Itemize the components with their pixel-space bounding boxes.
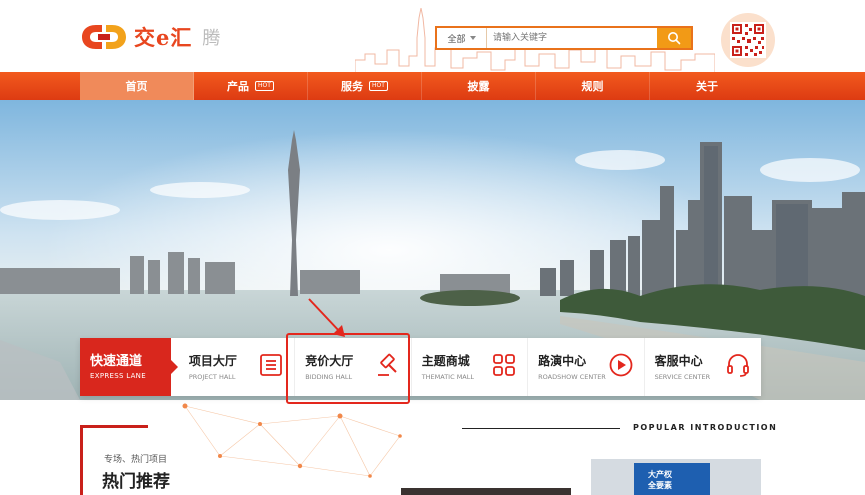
search-input[interactable]: [487, 28, 657, 48]
popular-thumbnail-2[interactable]: 大产权 全要素: [591, 459, 761, 495]
quick-item-bidding-hall[interactable]: 竞价大厅 BIDDING HALL: [295, 338, 412, 396]
logo-mark-icon: [82, 25, 126, 49]
play-icon: [609, 353, 632, 377]
quick-item-roadshow-center[interactable]: 路演中心 ROADSHOW CENTER: [528, 338, 645, 396]
nav-item-home[interactable]: 首页: [80, 72, 194, 100]
quick-lane-subtitle: EXPRESS LANE: [90, 372, 146, 380]
nav-item-label: 披露: [467, 80, 490, 93]
quick-lane-title: 快速通道: [90, 354, 143, 369]
grid-icon: [493, 354, 516, 376]
quick-item-thematic-mall[interactable]: 主题商城 THEMATIC MALL: [412, 338, 529, 396]
gavel-icon: [377, 353, 397, 376]
main-nav: 首页 产品 HOT 服务 HOT 披露 规则 关于: [0, 72, 865, 100]
nav-item-rules[interactable]: 规则: [536, 72, 650, 100]
nav-item-label: 规则: [581, 80, 604, 93]
qr-code-icon: [721, 13, 775, 67]
nav-item-label: 产品: [227, 80, 250, 93]
network-decoration: [182, 403, 402, 478]
header: 交e汇 腾 全部: [0, 0, 865, 72]
nav-item-label: 服务: [341, 80, 364, 93]
nav-item-services[interactable]: 服务 HOT: [308, 72, 422, 100]
hot-section-title: 热门推荐: [102, 472, 170, 492]
book-cover-line-2: 全要素: [648, 481, 672, 490]
site-logo[interactable]: 交e汇 腾: [80, 22, 220, 52]
nav-item-label: 首页: [125, 80, 148, 93]
hot-badge: HOT: [255, 81, 274, 91]
chevron-down-icon: [469, 36, 476, 40]
quick-lane-header: 快速通道 EXPRESS LANE: [80, 338, 178, 396]
logo-sub-text: 腾: [202, 28, 221, 49]
nav-item-label: 关于: [696, 80, 718, 93]
book-cover: 大产权 全要素: [634, 463, 710, 495]
nav-item-disclosure[interactable]: 披露: [422, 72, 536, 100]
headset-icon: [727, 354, 749, 377]
search-category-label: 全部: [447, 34, 466, 45]
book-cover-line-1: 大产权: [648, 470, 672, 479]
search-bar: 全部: [435, 26, 693, 50]
quick-lane: 快速通道 EXPRESS LANE 项目大厅 PROJECT HALL 竞价大厅…: [80, 338, 761, 396]
nav-item-products[interactable]: 产品 HOT: [194, 72, 308, 100]
search-button[interactable]: [657, 28, 691, 48]
hot-section-subtitle: 专场、热门项目: [104, 455, 168, 465]
document-list-icon: [260, 354, 283, 376]
popular-thumbnail-1[interactable]: [401, 488, 571, 495]
quick-item-service-center[interactable]: 客服中心 SERVICE CENTER: [645, 338, 761, 396]
annotation-arrow-icon: [308, 298, 345, 337]
popular-title: POPULAR INTRODUCTION: [633, 423, 778, 432]
search-category-select[interactable]: 全部: [437, 28, 487, 48]
hot-badge: HOT: [369, 81, 388, 91]
nav-item-about[interactable]: 关于: [650, 72, 764, 100]
quick-item-project-hall[interactable]: 项目大厅 PROJECT HALL: [179, 338, 296, 396]
search-icon: [668, 32, 681, 45]
logo-text: 交e汇: [134, 25, 193, 50]
popular-divider: [462, 428, 620, 429]
